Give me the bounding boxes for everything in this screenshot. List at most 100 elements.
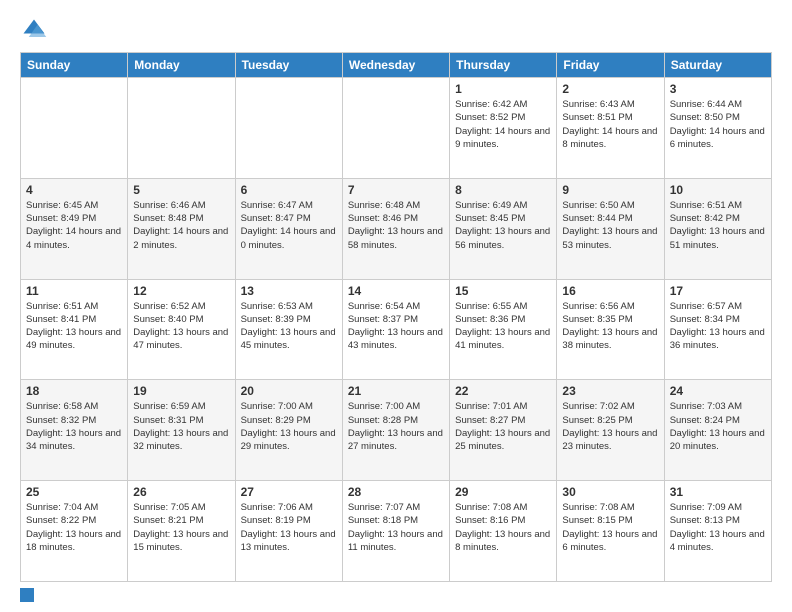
day-number: 3 — [670, 82, 766, 96]
day-number: 31 — [670, 485, 766, 499]
day-info: Sunrise: 6:51 AMSunset: 8:41 PMDaylight:… — [26, 300, 122, 353]
day-info: Sunrise: 7:00 AMSunset: 8:28 PMDaylight:… — [348, 400, 444, 453]
calendar-cell: 28 Sunrise: 7:07 AMSunset: 8:18 PMDayligh… — [342, 481, 449, 582]
day-number: 11 — [26, 284, 122, 298]
calendar-week-row: 25 Sunrise: 7:04 AMSunset: 8:22 PMDayligh… — [21, 481, 772, 582]
day-info: Sunrise: 7:07 AMSunset: 8:18 PMDaylight:… — [348, 501, 444, 554]
calendar-cell: 26 Sunrise: 7:05 AMSunset: 8:21 PMDayligh… — [128, 481, 235, 582]
day-info: Sunrise: 6:46 AMSunset: 8:48 PMDaylight:… — [133, 199, 229, 252]
day-number: 22 — [455, 384, 551, 398]
day-info: Sunrise: 7:08 AMSunset: 8:16 PMDaylight:… — [455, 501, 551, 554]
calendar-header-row: SundayMondayTuesdayWednesdayThursdayFrid… — [21, 53, 772, 78]
calendar-cell: 11 Sunrise: 6:51 AMSunset: 8:41 PMDayligh… — [21, 279, 128, 380]
day-info: Sunrise: 6:55 AMSunset: 8:36 PMDaylight:… — [455, 300, 551, 353]
day-info: Sunrise: 6:49 AMSunset: 8:45 PMDaylight:… — [455, 199, 551, 252]
calendar-cell: 10 Sunrise: 6:51 AMSunset: 8:42 PMDayligh… — [664, 178, 771, 279]
calendar-day-header: Saturday — [664, 53, 771, 78]
day-info: Sunrise: 6:59 AMSunset: 8:31 PMDaylight:… — [133, 400, 229, 453]
calendar-cell: 22 Sunrise: 7:01 AMSunset: 8:27 PMDayligh… — [450, 380, 557, 481]
day-info: Sunrise: 6:47 AMSunset: 8:47 PMDaylight:… — [241, 199, 337, 252]
calendar-cell: 17 Sunrise: 6:57 AMSunset: 8:34 PMDayligh… — [664, 279, 771, 380]
day-number: 5 — [133, 183, 229, 197]
calendar-cell: 6 Sunrise: 6:47 AMSunset: 8:47 PMDaylight… — [235, 178, 342, 279]
page: SundayMondayTuesdayWednesdayThursdayFrid… — [0, 0, 792, 612]
calendar-body: 1Sunrise: 6:42 AMSunset: 8:52 PMDaylight… — [21, 78, 772, 582]
day-info: Sunrise: 6:50 AMSunset: 8:44 PMDaylight:… — [562, 199, 658, 252]
calendar-cell: 13Sunrise: 6:53 AMSunset: 8:39 PMDayligh… — [235, 279, 342, 380]
day-info: Sunrise: 6:53 AMSunset: 8:39 PMDaylight:… — [241, 300, 337, 353]
calendar-cell — [235, 78, 342, 179]
calendar-cell: 30 Sunrise: 7:08 AMSunset: 8:15 PMDayligh… — [557, 481, 664, 582]
calendar-day-header: Monday — [128, 53, 235, 78]
calendar-day-header: Thursday — [450, 53, 557, 78]
calendar-cell: 8Sunrise: 6:49 AMSunset: 8:45 PMDaylight… — [450, 178, 557, 279]
logo-icon — [20, 16, 48, 44]
day-info: Sunrise: 6:56 AMSunset: 8:35 PMDaylight:… — [562, 300, 658, 353]
day-info: Sunrise: 6:52 AMSunset: 8:40 PMDaylight:… — [133, 300, 229, 353]
calendar-cell: 19 Sunrise: 6:59 AMSunset: 8:31 PMDayligh… — [128, 380, 235, 481]
day-info: Sunrise: 6:42 AMSunset: 8:52 PMDaylight:… — [455, 98, 551, 151]
calendar-week-row: 11 Sunrise: 6:51 AMSunset: 8:41 PMDayligh… — [21, 279, 772, 380]
day-number: 21 — [348, 384, 444, 398]
calendar-cell: 25 Sunrise: 7:04 AMSunset: 8:22 PMDayligh… — [21, 481, 128, 582]
day-info: Sunrise: 7:08 AMSunset: 8:15 PMDaylight:… — [562, 501, 658, 554]
calendar-week-row: 18Sunrise: 6:58 AMSunset: 8:32 PMDayligh… — [21, 380, 772, 481]
day-number: 4 — [26, 183, 122, 197]
calendar-cell: 18Sunrise: 6:58 AMSunset: 8:32 PMDayligh… — [21, 380, 128, 481]
day-info: Sunrise: 6:58 AMSunset: 8:32 PMDaylight:… — [26, 400, 122, 453]
calendar-cell — [342, 78, 449, 179]
day-number: 30 — [562, 485, 658, 499]
calendar-cell: 7Sunrise: 6:48 AMSunset: 8:46 PMDaylight… — [342, 178, 449, 279]
calendar-cell: 31 Sunrise: 7:09 AMSunset: 8:13 PMDayligh… — [664, 481, 771, 582]
day-number: 9 — [562, 183, 658, 197]
day-info: Sunrise: 7:05 AMSunset: 8:21 PMDaylight:… — [133, 501, 229, 554]
day-number: 17 — [670, 284, 766, 298]
calendar-cell: 15 Sunrise: 6:55 AMSunset: 8:36 PMDayligh… — [450, 279, 557, 380]
day-number: 25 — [26, 485, 122, 499]
day-number: 29 — [455, 485, 551, 499]
calendar-week-row: 4 Sunrise: 6:45 AMSunset: 8:49 PMDaylight… — [21, 178, 772, 279]
day-info: Sunrise: 7:04 AMSunset: 8:22 PMDaylight:… — [26, 501, 122, 554]
header — [20, 16, 772, 44]
day-info: Sunrise: 6:51 AMSunset: 8:42 PMDaylight:… — [670, 199, 766, 252]
day-number: 16 — [562, 284, 658, 298]
day-info: Sunrise: 7:02 AMSunset: 8:25 PMDaylight:… — [562, 400, 658, 453]
calendar-day-header: Friday — [557, 53, 664, 78]
calendar-cell: 4 Sunrise: 6:45 AMSunset: 8:49 PMDaylight… — [21, 178, 128, 279]
calendar-cell: 2Sunrise: 6:43 AMSunset: 8:51 PMDaylight… — [557, 78, 664, 179]
calendar-cell: 20 Sunrise: 7:00 AMSunset: 8:29 PMDayligh… — [235, 380, 342, 481]
day-number: 20 — [241, 384, 337, 398]
day-number: 15 — [455, 284, 551, 298]
day-number: 27 — [241, 485, 337, 499]
calendar-day-header: Wednesday — [342, 53, 449, 78]
day-info: Sunrise: 6:54 AMSunset: 8:37 PMDaylight:… — [348, 300, 444, 353]
day-number: 24 — [670, 384, 766, 398]
day-number: 6 — [241, 183, 337, 197]
calendar-cell: 14Sunrise: 6:54 AMSunset: 8:37 PMDayligh… — [342, 279, 449, 380]
day-info: Sunrise: 7:00 AMSunset: 8:29 PMDaylight:… — [241, 400, 337, 453]
calendar-cell: 12Sunrise: 6:52 AMSunset: 8:40 PMDayligh… — [128, 279, 235, 380]
day-info: Sunrise: 7:06 AMSunset: 8:19 PMDaylight:… — [241, 501, 337, 554]
calendar-header: SundayMondayTuesdayWednesdayThursdayFrid… — [21, 53, 772, 78]
day-info: Sunrise: 6:57 AMSunset: 8:34 PMDaylight:… — [670, 300, 766, 353]
day-info: Sunrise: 7:01 AMSunset: 8:27 PMDaylight:… — [455, 400, 551, 453]
calendar-cell: 21 Sunrise: 7:00 AMSunset: 8:28 PMDayligh… — [342, 380, 449, 481]
logo — [20, 16, 52, 44]
calendar-cell: 23 Sunrise: 7:02 AMSunset: 8:25 PMDayligh… — [557, 380, 664, 481]
day-info: Sunrise: 6:48 AMSunset: 8:46 PMDaylight:… — [348, 199, 444, 252]
calendar-cell: 5 Sunrise: 6:46 AMSunset: 8:48 PMDaylight… — [128, 178, 235, 279]
day-number: 10 — [670, 183, 766, 197]
calendar-cell: 9 Sunrise: 6:50 AMSunset: 8:44 PMDaylight… — [557, 178, 664, 279]
calendar-cell: 16 Sunrise: 6:56 AMSunset: 8:35 PMDayligh… — [557, 279, 664, 380]
day-info: Sunrise: 7:03 AMSunset: 8:24 PMDaylight:… — [670, 400, 766, 453]
day-number: 28 — [348, 485, 444, 499]
day-info: Sunrise: 7:09 AMSunset: 8:13 PMDaylight:… — [670, 501, 766, 554]
day-number: 19 — [133, 384, 229, 398]
day-number: 26 — [133, 485, 229, 499]
calendar-week-row: 1Sunrise: 6:42 AMSunset: 8:52 PMDaylight… — [21, 78, 772, 179]
day-number: 23 — [562, 384, 658, 398]
day-info: Sunrise: 6:45 AMSunset: 8:49 PMDaylight:… — [26, 199, 122, 252]
day-info: Sunrise: 6:44 AMSunset: 8:50 PMDaylight:… — [670, 98, 766, 151]
day-number: 2 — [562, 82, 658, 96]
calendar-day-header: Sunday — [21, 53, 128, 78]
